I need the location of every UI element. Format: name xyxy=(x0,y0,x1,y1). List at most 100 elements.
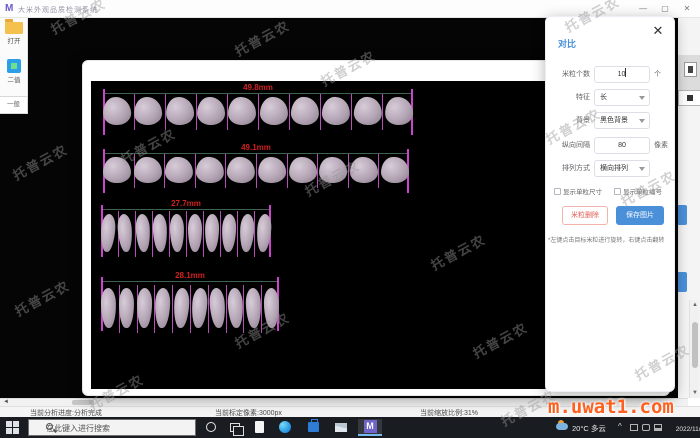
rice-grain[interactable] xyxy=(259,97,287,125)
folder-icon xyxy=(5,22,23,34)
rice-grain[interactable] xyxy=(227,288,244,329)
grain-strip xyxy=(101,288,279,328)
network-icon[interactable] xyxy=(630,424,638,431)
app-m-taskbar-icon[interactable]: M xyxy=(358,419,382,436)
rice-grain[interactable] xyxy=(228,97,256,125)
rice-grain[interactable] xyxy=(353,96,383,126)
scrollbar-thumb[interactable] xyxy=(72,400,94,405)
measurement-label: 49.8mm xyxy=(103,83,413,92)
measurement-line xyxy=(101,209,271,210)
taskbar-search[interactable]: 在此键入进行搜索 xyxy=(28,419,196,436)
scroll-left-icon[interactable]: ◄ xyxy=(1,399,11,406)
rice-grain[interactable] xyxy=(172,288,189,329)
rice-grain[interactable] xyxy=(165,97,194,126)
checkbox-icon xyxy=(554,188,561,195)
grain-count-input[interactable]: 10 xyxy=(594,66,650,83)
rice-grain[interactable] xyxy=(239,214,255,253)
rice-grain[interactable] xyxy=(264,288,279,328)
rice-grain[interactable] xyxy=(135,214,151,253)
ime-icon[interactable] xyxy=(654,424,662,431)
weather-icon[interactable] xyxy=(556,423,568,430)
delete-grain-button[interactable]: 米粒删除 xyxy=(562,206,608,225)
scroll-up-icon[interactable]: ▲ xyxy=(690,300,700,310)
right-panel-spinner[interactable] xyxy=(684,62,697,77)
background-select[interactable]: 黑色背景 xyxy=(594,112,650,129)
save-image-button[interactable]: 保存图片 xyxy=(616,206,664,225)
rice-grain[interactable] xyxy=(197,97,225,125)
rice-grain[interactable] xyxy=(256,214,273,253)
rice-grain[interactable] xyxy=(188,214,202,252)
feature-select[interactable]: 长 xyxy=(594,89,650,106)
rice-grain[interactable] xyxy=(101,288,116,328)
binary-label: 二值 xyxy=(1,74,27,84)
minimize-button[interactable]: — xyxy=(636,2,650,15)
measurement-label: 49.1mm xyxy=(103,143,409,152)
binary-button[interactable]: 二值 xyxy=(1,58,27,92)
close-button[interactable]: ✕ xyxy=(680,2,694,15)
open-button[interactable]: 打开 xyxy=(1,20,27,54)
dialog-title: 对比 xyxy=(558,37,576,50)
dialog-close-icon[interactable]: ✕ xyxy=(649,22,667,40)
arrangement-select[interactable]: 横向排列 xyxy=(594,160,650,177)
rice-grain[interactable] xyxy=(117,214,134,253)
rice-grain[interactable] xyxy=(137,288,152,328)
taskbar: 在此键入进行搜索 M 20°C 多云 ^ 2022/11/2 xyxy=(0,417,700,438)
chevron-down-icon xyxy=(639,96,645,100)
search-placeholder: 在此键入进行搜索 xyxy=(46,423,110,434)
horizontal-scrollbar[interactable]: ◄ xyxy=(0,398,688,406)
notepad-icon[interactable] xyxy=(248,419,270,436)
rice-grain[interactable] xyxy=(319,157,347,184)
mail-icon[interactable] xyxy=(330,419,352,436)
volume-icon[interactable] xyxy=(642,424,650,431)
rice-grain[interactable] xyxy=(226,156,255,184)
vspacing-unit: 像素 xyxy=(654,137,668,154)
rice-grain[interactable] xyxy=(170,214,185,252)
cortana-icon[interactable] xyxy=(200,419,222,436)
rice-grain[interactable] xyxy=(205,214,220,252)
vspacing-input[interactable]: 80 xyxy=(594,137,650,154)
rice-grain[interactable] xyxy=(102,96,132,126)
rice-grain[interactable] xyxy=(190,288,208,329)
right-panel-button-sliver[interactable] xyxy=(678,205,687,225)
rice-grain[interactable] xyxy=(245,288,261,328)
field-arrangement: 排列方式 横向排列 xyxy=(546,160,676,177)
right-panel-tab[interactable] xyxy=(678,90,700,106)
right-panel: ▲ ▼ xyxy=(678,18,700,398)
compare-dialog: ✕ 对比 米粒个数 10 个 特征 长 背景 黑色背景 纵向间隔 80 像素 排… xyxy=(545,16,675,392)
rice-grain[interactable] xyxy=(288,156,317,183)
rice-grain[interactable] xyxy=(134,157,162,183)
start-button[interactable] xyxy=(6,421,19,434)
system-tray: 20°C 多云 ^ 2022/11/2 xyxy=(552,417,700,438)
show-size-checkbox[interactable]: 显示单粒尺寸 xyxy=(554,186,602,196)
rice-grain[interactable] xyxy=(384,96,414,126)
tray-chevron-icon[interactable]: ^ xyxy=(618,422,622,431)
rice-grain[interactable] xyxy=(257,156,286,184)
rice-grain[interactable] xyxy=(195,156,224,183)
right-panel-button-sliver[interactable] xyxy=(678,272,687,292)
edge-icon[interactable] xyxy=(274,419,296,436)
rice-grain[interactable] xyxy=(208,288,226,329)
rice-grain[interactable] xyxy=(322,96,351,125)
rice-grain[interactable] xyxy=(222,214,237,252)
rice-grain[interactable] xyxy=(350,157,378,183)
rice-grain[interactable] xyxy=(152,214,167,252)
vertical-scrollbar[interactable]: ▲ ▼ xyxy=(689,300,699,398)
rice-grain[interactable] xyxy=(164,157,192,184)
task-view-icon[interactable] xyxy=(224,419,246,436)
rice-grain[interactable] xyxy=(134,96,163,125)
rice-grain[interactable] xyxy=(381,157,409,183)
store-icon[interactable] xyxy=(302,419,324,436)
side-tab[interactable]: 一般 xyxy=(0,96,28,114)
rice-grain[interactable] xyxy=(290,97,319,126)
rice-grain[interactable] xyxy=(100,214,117,253)
weather-text[interactable]: 20°C 多云 xyxy=(572,423,606,434)
maximize-button[interactable]: ▢ xyxy=(658,2,672,15)
show-number-checkbox[interactable]: 显示单粒编号 xyxy=(614,186,662,196)
measurement-line xyxy=(101,281,279,282)
rice-grain[interactable] xyxy=(155,288,171,328)
scrollbar-thumb[interactable] xyxy=(692,322,698,368)
scroll-down-icon[interactable]: ▼ xyxy=(690,388,700,398)
clock-date[interactable]: 2022/11/2 xyxy=(668,426,700,433)
rice-grain[interactable] xyxy=(103,157,131,183)
rice-grain[interactable] xyxy=(119,288,134,328)
